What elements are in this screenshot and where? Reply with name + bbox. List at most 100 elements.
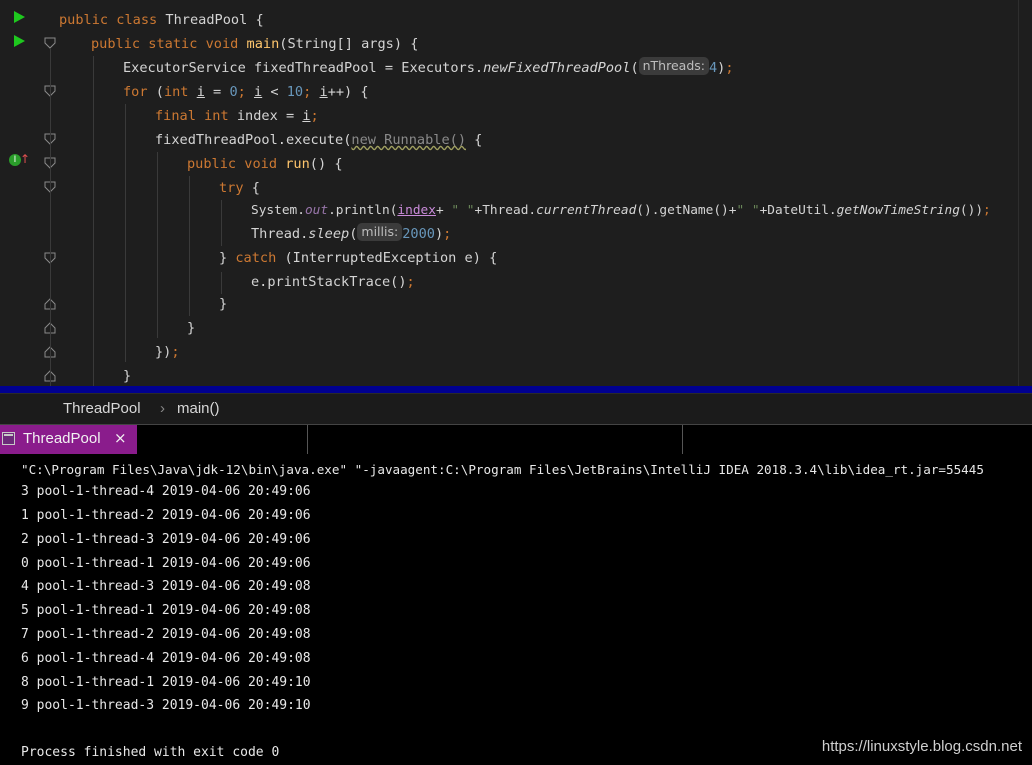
right-margin-guide bbox=[1018, 0, 1019, 386]
keyword: for bbox=[123, 84, 148, 100]
code-line-11: } catch (InterruptedException e) { bbox=[219, 246, 497, 270]
param-hint: millis: bbox=[357, 223, 403, 241]
paren: ( bbox=[630, 60, 639, 76]
brace: } bbox=[187, 320, 196, 336]
console-command-line: "C:\Program Files\Java\jdk-12\bin\java.e… bbox=[21, 462, 984, 477]
keyword: public class bbox=[59, 12, 158, 28]
console-line: 1 pool-1-thread-2 2019-04-06 20:49:06 bbox=[21, 508, 311, 523]
code-text: (InterruptedException e) { bbox=[276, 250, 498, 266]
code-line-16: } bbox=[123, 364, 131, 386]
code-line-2: public static void main(String[] args) { bbox=[91, 32, 418, 56]
console-line: 8 pool-1-thread-1 2019-04-06 20:49:10 bbox=[21, 675, 311, 690]
code-text: System. bbox=[251, 203, 305, 218]
number-literal: 2000 bbox=[402, 226, 435, 242]
code-line-7: public void run() { bbox=[187, 152, 343, 176]
console-line: 3 pool-1-thread-4 2019-04-06 20:49:06 bbox=[21, 484, 311, 499]
indent-guide bbox=[157, 152, 158, 338]
breadcrumb: ThreadPool › main() bbox=[0, 393, 1032, 425]
code-text: = bbox=[204, 84, 230, 100]
variable: i bbox=[302, 108, 311, 124]
code-text: + bbox=[435, 203, 452, 218]
tab-divider bbox=[307, 425, 308, 454]
code-text: (String[] args) { bbox=[279, 36, 419, 52]
code-text: +DateUtil. bbox=[759, 203, 837, 218]
code-line-1: public class ThreadPool { bbox=[59, 8, 264, 32]
tab-threadpool[interactable]: ThreadPool × bbox=[0, 425, 137, 454]
close-icon[interactable]: × bbox=[114, 429, 127, 447]
breadcrumb-method[interactable]: main() bbox=[177, 400, 220, 417]
code-text: { bbox=[466, 132, 483, 148]
code-line-9: System.out.println(index+ " "+Thread.cur… bbox=[251, 199, 991, 223]
code-text: index = bbox=[228, 108, 303, 124]
code-text: { bbox=[243, 180, 260, 196]
code-line-4: for (int i = 0; i < 10; i++) { bbox=[123, 80, 369, 104]
string-literal: " " bbox=[451, 203, 475, 218]
code-line-6: fixedThreadPool.execute(new Runnable() { bbox=[155, 128, 482, 152]
brace: } bbox=[219, 296, 228, 312]
semicolon: ; bbox=[443, 226, 452, 242]
method-name: run bbox=[285, 156, 310, 172]
indent-guide bbox=[189, 176, 190, 316]
tab-label: ThreadPool bbox=[23, 430, 101, 447]
semicolon: ; bbox=[406, 274, 415, 290]
code-editor[interactable]: I ↑ public class ThreadPool { public sta… bbox=[0, 0, 1032, 386]
run-main-icon[interactable] bbox=[14, 35, 25, 47]
semicolon: ; bbox=[725, 60, 734, 76]
run-class-icon[interactable] bbox=[14, 11, 25, 23]
override-arrow-icon: ↑ bbox=[20, 152, 31, 166]
method-call: currentThread bbox=[536, 203, 637, 218]
console-line: 7 pool-1-thread-2 2019-04-06 20:49:08 bbox=[21, 627, 311, 642]
indent-guide bbox=[221, 272, 222, 294]
console-output[interactable]: "C:\Program Files\Java\jdk-12\bin\java.e… bbox=[0, 454, 1032, 765]
variable: index bbox=[397, 203, 436, 218]
semicolon: ; bbox=[237, 84, 254, 100]
anonymous-class: new Runnable() bbox=[351, 132, 466, 148]
run-tabs-bar: ThreadPool × bbox=[0, 424, 1032, 455]
editor-gutter: I ↑ bbox=[0, 0, 60, 386]
fold-guide-line bbox=[50, 48, 51, 386]
breadcrumb-class[interactable]: ThreadPool bbox=[63, 400, 141, 417]
console-line: 0 pool-1-thread-1 2019-04-06 20:49:06 bbox=[21, 556, 311, 571]
brace: } bbox=[123, 368, 132, 384]
code-text: ++) { bbox=[327, 84, 369, 100]
code-text: +Thread. bbox=[474, 203, 537, 218]
method-call: getNowTimeString bbox=[836, 203, 960, 218]
console-line: 5 pool-1-thread-1 2019-04-06 20:49:08 bbox=[21, 603, 311, 618]
console-exit-line: Process finished with exit code 0 bbox=[21, 745, 280, 760]
code-text: () { bbox=[309, 156, 343, 172]
variable: i bbox=[254, 84, 263, 100]
console-line: 6 pool-1-thread-4 2019-04-06 20:49:08 bbox=[21, 651, 311, 666]
semicolon: ; bbox=[171, 344, 180, 360]
number-literal: 10 bbox=[286, 84, 304, 100]
keyword: int bbox=[163, 84, 189, 100]
variable: i bbox=[319, 84, 328, 100]
class-name: ThreadPool bbox=[165, 12, 248, 28]
keyword: public void bbox=[187, 156, 278, 172]
code-text: Thread. bbox=[251, 226, 309, 242]
console-line: 2 pool-1-thread-3 2019-04-06 20:49:06 bbox=[21, 532, 311, 547]
watermark: https://linuxstyle.blog.csdn.net bbox=[821, 738, 1022, 755]
paren: ( bbox=[349, 226, 358, 242]
code-line-5: final int index = i; bbox=[155, 104, 319, 128]
code-text: ()) bbox=[959, 203, 984, 218]
brace: { bbox=[255, 12, 264, 28]
keyword: final int bbox=[155, 108, 229, 124]
keyword: try bbox=[219, 180, 244, 196]
code-line-12: e.printStackTrace(); bbox=[251, 270, 415, 294]
keyword: public static void bbox=[91, 36, 239, 52]
paren: ( bbox=[147, 84, 164, 100]
paren: ) bbox=[434, 226, 444, 242]
keyword: catch bbox=[235, 250, 277, 266]
breadcrumb-separator-icon: › bbox=[160, 400, 165, 417]
tab-divider bbox=[682, 425, 683, 454]
indent-guide bbox=[221, 200, 222, 246]
number-literal: 0 bbox=[229, 84, 238, 100]
code-line-13: } bbox=[219, 292, 227, 316]
variable: i bbox=[196, 84, 205, 100]
semicolon: ; bbox=[303, 84, 320, 100]
code-line-14: } bbox=[187, 316, 195, 340]
code-text: .println( bbox=[328, 203, 398, 218]
param-hint: nThreads: bbox=[638, 57, 709, 75]
console-icon bbox=[2, 432, 15, 445]
semicolon: ; bbox=[983, 203, 991, 218]
